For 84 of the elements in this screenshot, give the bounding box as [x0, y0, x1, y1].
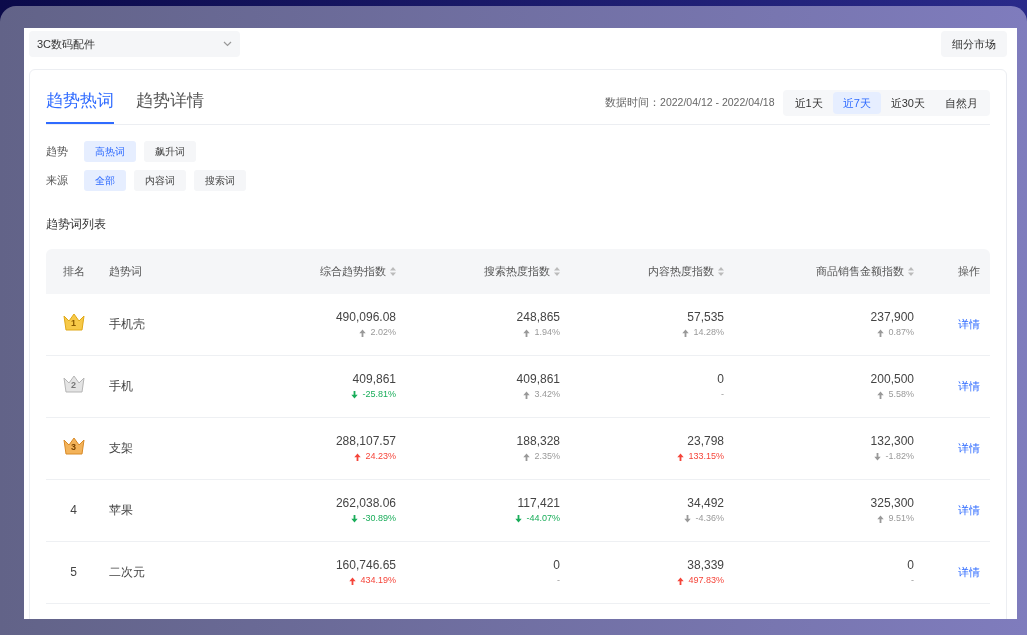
filter-label: 趋势 [46, 143, 69, 159]
change-percent: - [911, 574, 914, 588]
change-percent: 0.87% [888, 326, 914, 340]
change-percent: -44.07% [526, 512, 560, 526]
column-header: 综合趋势指数 [320, 263, 386, 279]
chevron-down-icon [223, 41, 232, 47]
filter-chip[interactable]: 内容词 [134, 169, 186, 191]
change-percent: 434.19% [360, 574, 396, 588]
sort-icon[interactable] [718, 266, 724, 276]
period-option[interactable]: 近30天 [880, 91, 935, 114]
index-value: 38,339 [687, 557, 724, 575]
change-percent: -30.89% [362, 512, 396, 526]
trend-word: 手机壳 [109, 317, 145, 331]
index-value: 262,038.06 [335, 495, 396, 513]
index-value: 325,300 [870, 495, 914, 513]
period-option[interactable]: 近1天 [784, 91, 833, 114]
index-value: 490,096.08 [335, 309, 396, 327]
sort-icon[interactable] [390, 266, 396, 276]
column-header: 排名 [62, 263, 85, 279]
index-value: 132,300 [870, 433, 914, 451]
filter-chip[interactable]: 搜索词 [194, 169, 246, 191]
sort-icon[interactable] [908, 266, 914, 276]
change-percent: 497.83% [688, 574, 724, 588]
column-header: 搜索热度指数 [484, 263, 550, 279]
category-dropdown[interactable]: 3C数码配件 [29, 31, 240, 57]
details-link[interactable]: 详情 [958, 317, 980, 330]
tab[interactable]: 趋势详情 [136, 88, 204, 124]
details-link[interactable]: 详情 [958, 441, 980, 454]
index-value: 409,861 [352, 371, 396, 389]
change-percent: 2.02% [370, 326, 396, 340]
index-value: 409,861 [516, 371, 560, 389]
rank-crown-icon: 1 [62, 312, 85, 331]
period-option[interactable]: 近7天 [832, 91, 881, 114]
filter-chip[interactable]: 高热词 [84, 140, 136, 162]
filter-chip[interactable]: 飙升词 [144, 140, 196, 162]
change-percent: - [721, 388, 724, 402]
index-value: 0 [553, 557, 560, 575]
change-percent: 3.42% [534, 388, 560, 402]
rank-crown-icon: 2 [62, 374, 85, 393]
rank-number: 5 [70, 565, 77, 579]
index-value: 200,500 [870, 371, 914, 389]
change-percent: 5.58% [888, 388, 914, 402]
index-value: 23,798 [687, 433, 724, 451]
index-value: 160,746.65 [335, 557, 396, 575]
details-link[interactable]: 详情 [958, 503, 980, 516]
change-percent: 14.28% [693, 326, 724, 340]
section-title: 趋势词列表 [46, 215, 107, 233]
column-header: 操作 [958, 263, 980, 279]
index-value: 248,865 [516, 309, 560, 327]
date-range-text: 数据时间：2022/04/12 - 2022/04/18 [605, 94, 775, 110]
index-value: 0 [717, 371, 724, 389]
details-link[interactable]: 详情 [958, 379, 980, 392]
index-value: 117,421 [517, 495, 560, 513]
trend-word: 手机 [109, 379, 133, 393]
change-percent: 2.35% [534, 450, 560, 464]
sort-icon[interactable] [554, 266, 560, 276]
change-percent: 133.15% [688, 450, 724, 464]
column-header: 内容热度指数 [648, 263, 714, 279]
change-percent: - [557, 574, 560, 588]
details-link[interactable]: 详情 [958, 565, 980, 578]
change-percent: 9.51% [888, 512, 914, 526]
change-percent: 24.23% [365, 450, 396, 464]
period-option[interactable]: 自然月 [935, 91, 988, 114]
index-value: 288,107.57 [335, 433, 396, 451]
change-percent: -25.81% [362, 388, 396, 402]
index-value: 188,328 [516, 433, 560, 451]
tab[interactable]: 趋势热词 [46, 88, 114, 124]
trend-word: 苹果 [109, 503, 133, 517]
index-value: 57,535 [687, 309, 724, 327]
trend-word: 二次元 [109, 565, 145, 579]
filter-chip[interactable]: 全部 [84, 169, 126, 191]
rank-crown-icon: 3 [62, 436, 85, 455]
index-value: 0 [907, 557, 914, 575]
column-header: 趋势词 [109, 263, 142, 279]
filter-label: 来源 [46, 172, 69, 188]
change-percent: -4.36% [695, 512, 724, 526]
market-button[interactable]: 细分市场 [941, 31, 1007, 57]
rank-number: 4 [70, 503, 77, 517]
index-value: 237,900 [870, 309, 914, 327]
change-percent: 1.94% [534, 326, 560, 340]
trend-word: 支架 [109, 441, 133, 455]
index-value: 34,492 [687, 495, 724, 513]
change-percent: -1.82% [885, 450, 914, 464]
column-header: 商品销售金额指数 [816, 263, 904, 279]
